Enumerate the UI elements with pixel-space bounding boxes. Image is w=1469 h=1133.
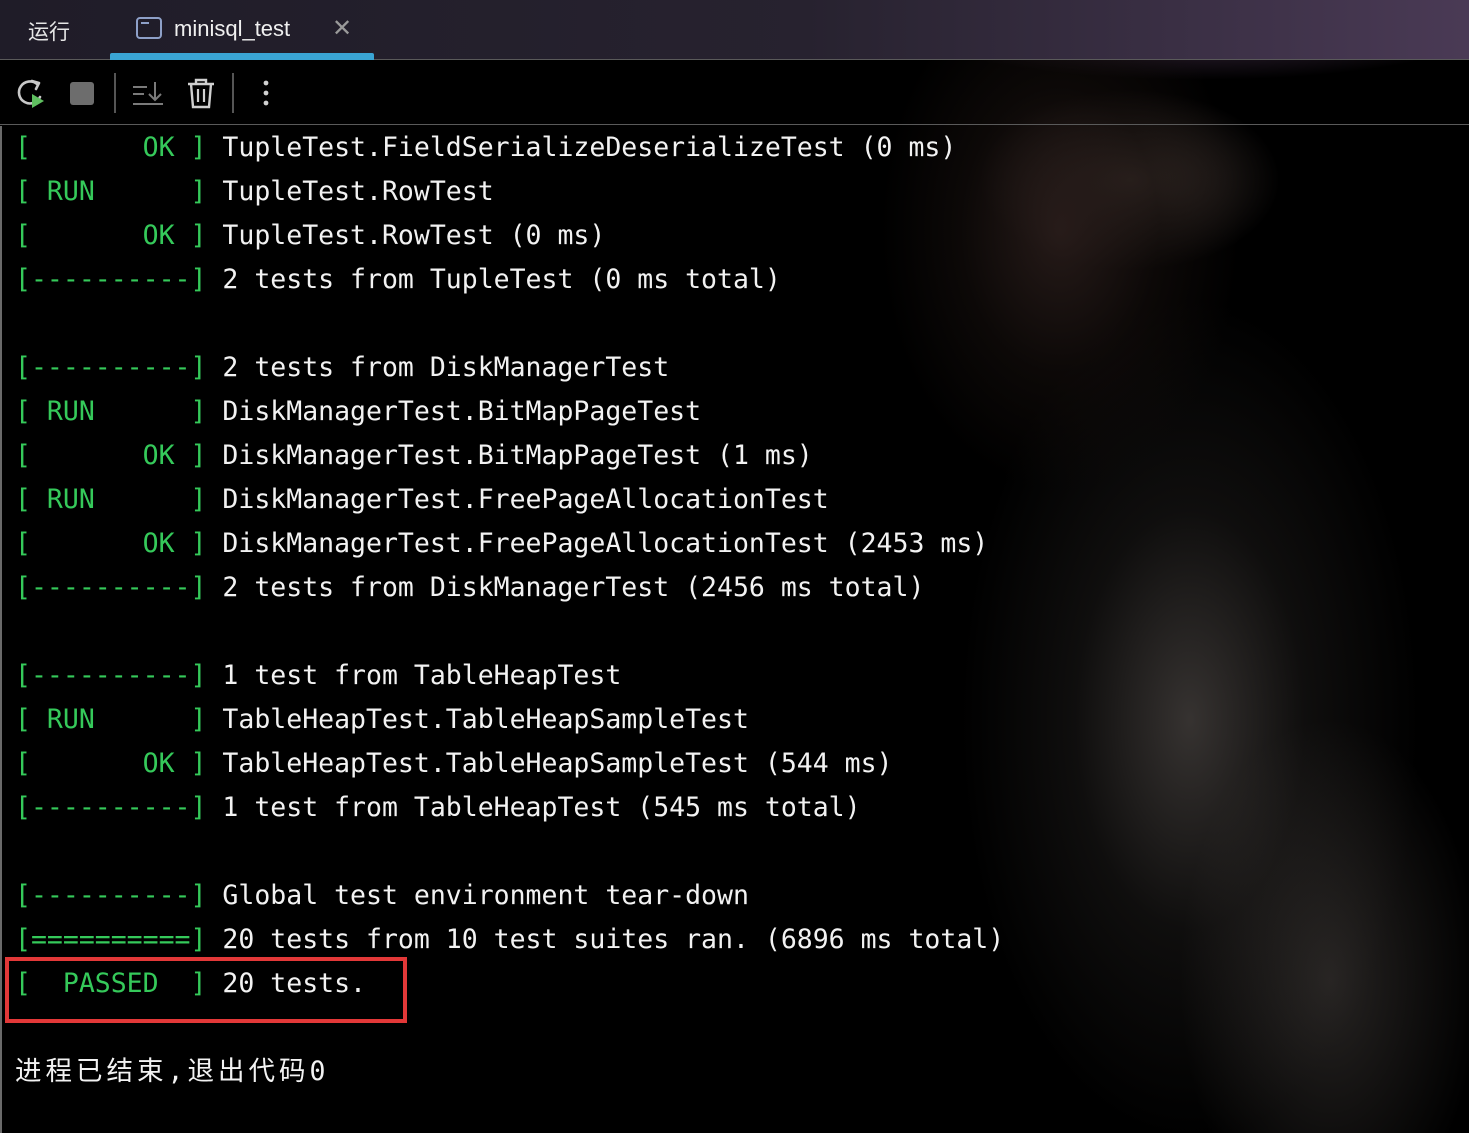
console-line: [----------] 2 tests from DiskManagerTes… bbox=[15, 352, 670, 383]
console-line: [ OK ] TupleTest.RowTest (0 ms) bbox=[15, 220, 606, 251]
console-line: [ RUN ] DiskManagerTest.BitMapPageTest bbox=[15, 396, 702, 427]
console-line: [ OK ] DiskManagerTest.FreePageAllocatio… bbox=[15, 528, 989, 559]
console-line: [----------] 1 test from TableHeapTest bbox=[15, 660, 622, 691]
tab-title: minisql_test bbox=[174, 16, 291, 41]
console-line: [----------] 1 test from TableHeapTest (… bbox=[15, 792, 861, 823]
clear-trash-icon[interactable] bbox=[183, 75, 219, 111]
rerun-icon[interactable] bbox=[13, 75, 49, 111]
close-icon[interactable]: ✕ bbox=[332, 14, 352, 42]
toolbar-separator bbox=[114, 73, 116, 113]
console-line: [ RUN ] TupleTest.RowTest bbox=[15, 176, 494, 207]
scroll-to-end-icon[interactable] bbox=[130, 75, 166, 111]
console-line: [----------] 2 tests from DiskManagerTes… bbox=[15, 572, 925, 603]
toolbar-separator bbox=[232, 73, 234, 113]
console-line: [----------] 2 tests from TupleTest (0 m… bbox=[15, 264, 781, 295]
passed-highlight-box bbox=[5, 957, 407, 1023]
console-icon bbox=[136, 17, 162, 39]
run-toolbar bbox=[0, 61, 1469, 125]
console-line: [ OK ] DiskManagerTest.BitMapPageTest (1… bbox=[15, 440, 813, 471]
active-tab-indicator bbox=[110, 53, 374, 60]
console-line: [ OK ] TupleTest.FieldSerializeDeseriali… bbox=[15, 132, 957, 163]
console-line: [==========] 20 tests from 10 test suite… bbox=[15, 924, 1005, 955]
stop-icon[interactable] bbox=[64, 75, 100, 111]
console-line: [----------] Global test environment tea… bbox=[15, 880, 749, 911]
tab-minisql-test[interactable]: minisql_test ✕ bbox=[110, 0, 374, 60]
console-line: [ RUN ] TableHeapTest.TableHeapSampleTes… bbox=[15, 704, 749, 735]
console-line: [ OK ] TableHeapTest.TableHeapSampleTest… bbox=[15, 748, 893, 779]
run-tool-window-title: 运行 bbox=[28, 20, 70, 44]
process-exit-message: 进程已结束,退出代码0 bbox=[15, 1056, 330, 1087]
more-vertical-icon[interactable] bbox=[248, 75, 284, 111]
tool-window-tab-bar: 运行 minisql_test ✕ bbox=[0, 0, 1469, 60]
console-line: [ RUN ] DiskManagerTest.FreePageAllocati… bbox=[15, 484, 829, 515]
